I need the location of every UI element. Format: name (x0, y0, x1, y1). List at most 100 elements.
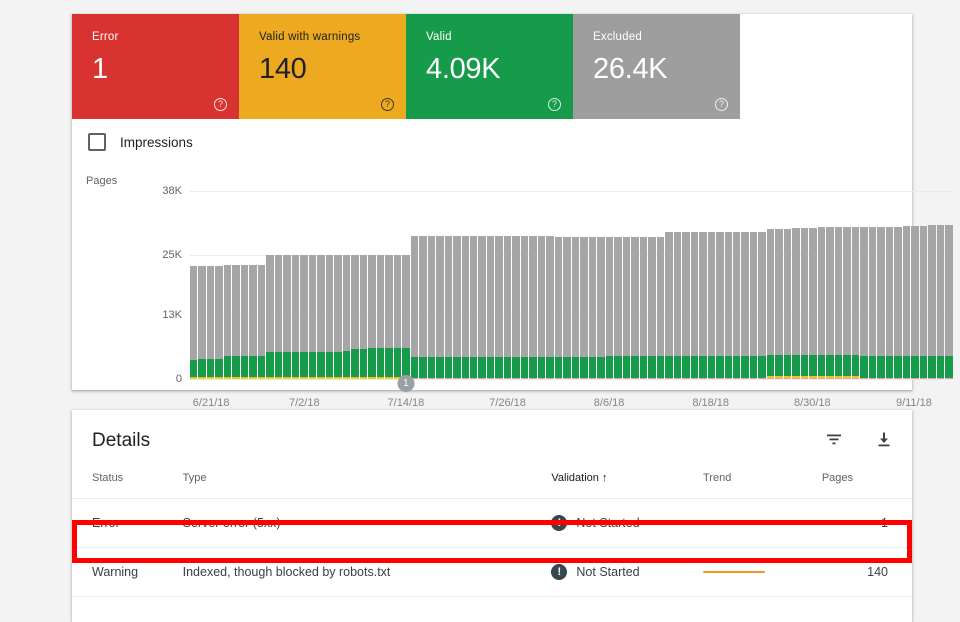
chart-bar[interactable] (249, 264, 257, 379)
chart-bar[interactable] (724, 231, 732, 379)
chart-bar[interactable] (716, 231, 724, 379)
chart-bar[interactable] (512, 236, 520, 379)
chart-bar[interactable] (580, 237, 588, 379)
filter-icon[interactable] (822, 428, 846, 452)
chart-bar[interactable] (588, 237, 597, 379)
chart-bar[interactable] (911, 225, 919, 379)
chart-bar[interactable] (843, 226, 851, 379)
chart-bar[interactable] (325, 254, 334, 379)
chart-bar[interactable] (385, 254, 393, 379)
chart-bar[interactable] (673, 231, 682, 379)
chart-bar[interactable] (826, 226, 834, 379)
chart-bar[interactable] (792, 228, 800, 379)
chart-bar[interactable] (928, 225, 936, 379)
chart-bar[interactable] (860, 227, 868, 379)
chart-bar[interactable] (469, 236, 478, 379)
status-tile-error[interactable]: Error 1? (72, 14, 239, 119)
chart-bar[interactable] (546, 236, 554, 379)
chart-bar[interactable] (919, 225, 928, 379)
chart-bar[interactable] (690, 231, 699, 379)
checkbox-box[interactable] (88, 133, 106, 151)
chart-bar[interactable] (707, 231, 716, 379)
chart-bar[interactable] (877, 227, 885, 379)
chart-bar[interactable] (334, 254, 342, 379)
chart-bar[interactable] (274, 254, 283, 379)
chart-bar[interactable] (868, 227, 877, 379)
chart-bar[interactable] (291, 254, 300, 379)
chart-bar[interactable] (817, 226, 826, 379)
chart-bar[interactable] (622, 237, 631, 379)
chart-bar[interactable] (775, 229, 783, 379)
chart-bar[interactable] (359, 254, 368, 379)
chart-bar[interactable] (809, 228, 817, 379)
chart-bar[interactable] (665, 231, 673, 379)
chart-bar[interactable] (453, 236, 461, 379)
help-icon[interactable]: ? (214, 98, 227, 111)
chart-bar[interactable] (461, 236, 469, 379)
chart-bar[interactable] (283, 254, 291, 379)
chart-bar[interactable] (834, 226, 843, 379)
chart-bar[interactable] (206, 266, 215, 379)
chart-bar[interactable] (885, 226, 894, 379)
chart-bar[interactable] (639, 237, 648, 379)
chart-bar[interactable] (894, 226, 902, 379)
status-tile-valid-with-warnings[interactable]: Valid with warnings 140? (239, 14, 406, 119)
help-icon[interactable]: ? (548, 98, 561, 111)
chart-bar[interactable] (749, 231, 758, 379)
impressions-checkbox[interactable]: Impressions (88, 133, 193, 151)
chart-bar[interactable] (758, 231, 766, 379)
cell-type[interactable]: Server error (5xx) (182, 498, 552, 548)
chart-bar[interactable] (936, 225, 945, 379)
chart-bar[interactable] (656, 237, 665, 379)
chart-bar[interactable] (495, 236, 503, 379)
chart-bar[interactable] (351, 254, 359, 379)
column-validation[interactable]: Validation ↑ (551, 472, 703, 499)
chart-bar[interactable] (851, 226, 860, 379)
chart-bar[interactable] (631, 237, 639, 379)
chart-bar[interactable] (614, 237, 622, 379)
chart-bar[interactable] (945, 224, 953, 379)
chart-bar[interactable] (902, 225, 911, 379)
column-status[interactable]: Status (72, 472, 183, 499)
chart-bar[interactable] (240, 264, 249, 379)
chart-bar[interactable] (682, 231, 690, 379)
chart-annotation-marker[interactable]: 1 (397, 375, 415, 392)
status-tile-excluded[interactable]: Excluded 26.4K? (573, 14, 740, 119)
chart-bar[interactable] (317, 254, 325, 379)
help-icon[interactable]: ? (381, 98, 394, 111)
chart-bar[interactable] (410, 236, 419, 379)
chart-bar[interactable] (300, 254, 308, 379)
help-icon[interactable]: ? (715, 98, 728, 111)
chart-bar[interactable] (444, 236, 453, 379)
chart-bar[interactable] (699, 231, 707, 379)
chart-bar[interactable] (393, 254, 402, 379)
chart-bar[interactable] (503, 236, 512, 379)
chart-bar[interactable] (741, 231, 749, 379)
chart-bar[interactable] (800, 228, 809, 379)
chart-bar[interactable] (783, 229, 792, 379)
chart-bar[interactable] (520, 236, 529, 379)
chart-bar[interactable] (376, 254, 385, 379)
chart-bar[interactable] (436, 236, 444, 379)
chart-bar[interactable] (529, 236, 537, 379)
chart-bar[interactable] (342, 254, 351, 379)
chart-bar[interactable] (554, 237, 563, 379)
chart-bar[interactable] (419, 236, 427, 379)
status-tile-valid[interactable]: Valid 4.09K? (406, 14, 573, 119)
chart-bar[interactable] (571, 237, 580, 379)
table-row[interactable]: Error Server error (5xx)! Not Started 1 (72, 498, 912, 548)
chart-bar[interactable] (308, 254, 317, 379)
chart-bar[interactable] (402, 254, 410, 379)
download-icon[interactable] (872, 428, 896, 452)
chart-bar[interactable] (190, 266, 198, 379)
chart-bar[interactable] (537, 236, 546, 379)
chart-bar[interactable] (486, 236, 495, 379)
column-pages[interactable]: Pages (821, 472, 912, 499)
chart-bar[interactable] (563, 237, 571, 379)
chart-bar[interactable] (478, 236, 486, 379)
chart-bar[interactable] (198, 266, 206, 379)
table-row[interactable]: Warning Indexed, though blocked by robots… (72, 547, 912, 597)
chart-bar[interactable] (597, 237, 605, 379)
column-type[interactable]: Type (182, 472, 552, 499)
chart-bar[interactable] (605, 237, 614, 379)
